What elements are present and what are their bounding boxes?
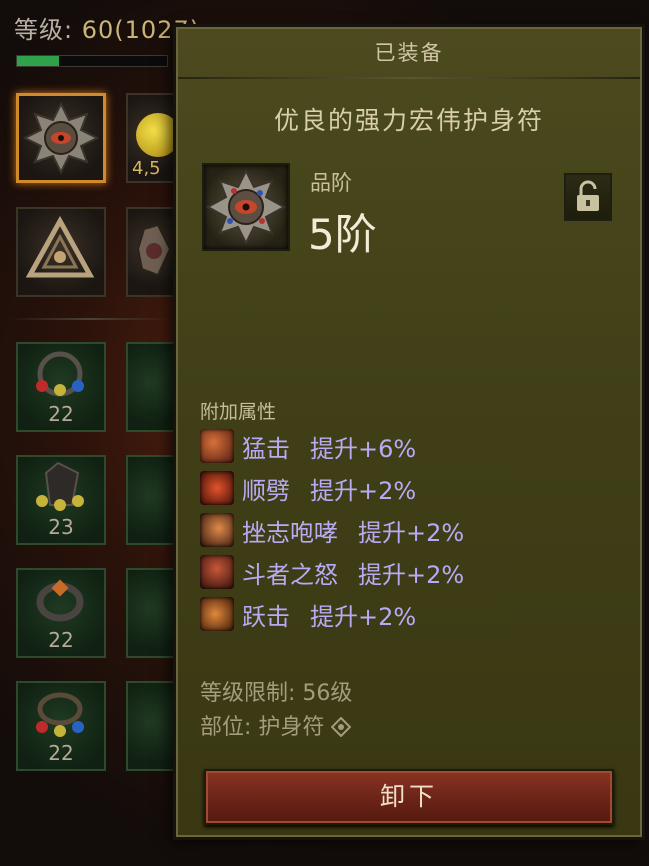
grade-label: 品阶 — [310, 171, 352, 195]
slot-type: 部位: 护身符 — [200, 709, 352, 741]
xp-bar — [16, 55, 168, 67]
attribute-row: 挫志咆哮 提升+2% — [200, 512, 464, 548]
attribute-row: 顺劈 提升+2% — [200, 470, 416, 506]
attribute-name: 猛击 — [242, 434, 290, 463]
demoralizing-shout-icon — [200, 513, 234, 547]
gold-slot[interactable]: 4,5 — [126, 93, 180, 183]
slot-level-3: 22 — [48, 628, 74, 652]
fighters-rage-icon — [200, 555, 234, 589]
bracer-gear-icon — [36, 461, 84, 511]
level-requirement: 等级限制: 56级 — [200, 681, 353, 706]
unequip-button[interactable]: 卸下 — [204, 769, 614, 825]
triangle-sigil-icon — [25, 215, 95, 278]
ring-gem-gear-icon — [36, 692, 84, 737]
gear-slot-4[interactable]: 22 — [16, 681, 106, 771]
leap-attack-icon — [200, 597, 234, 631]
gear-slot-3b[interactable] — [126, 568, 176, 658]
header-divider — [178, 77, 640, 79]
unlock-icon — [577, 180, 599, 211]
gold-amount: 4,5 — [132, 158, 161, 179]
slot-type-text: 部位: 护身符 — [200, 715, 325, 740]
section-divider — [10, 318, 170, 320]
spiked-item-slot[interactable] — [126, 207, 176, 297]
gold-coin-icon — [136, 113, 180, 157]
attribute-value: 提升+2% — [358, 560, 465, 589]
player-level: 等级: 60(1027) — [14, 10, 200, 45]
level-label: 等级: — [14, 16, 82, 44]
attribute-name: 顺劈 — [242, 476, 290, 505]
gear-slot-1[interactable]: 22 — [16, 342, 106, 432]
amulet-gear-icon — [36, 351, 84, 397]
ring-gear-icon — [36, 579, 84, 622]
amulet-icon — [205, 168, 287, 246]
attribute-value: 提升+2% — [358, 518, 465, 547]
lock-toggle-button[interactable] — [564, 173, 612, 221]
slam-skill-icon — [200, 429, 234, 463]
gear-slot-2[interactable]: 23 — [16, 455, 106, 545]
attribute-value: 提升+2% — [310, 602, 417, 631]
spiked-ornament-icon — [136, 223, 172, 277]
attribute-name: 挫志咆哮 — [242, 518, 338, 547]
xp-bar-fill — [17, 56, 59, 66]
gear-slot-2b[interactable] — [126, 455, 176, 545]
sigil-slot[interactable] — [16, 207, 106, 297]
slot-level-4: 22 — [48, 741, 74, 765]
slot-level-1: 22 — [48, 402, 74, 426]
cleave-skill-icon — [200, 471, 234, 505]
equipped-status: 已装备 — [374, 41, 444, 65]
gear-slot-1b[interactable] — [126, 342, 176, 432]
gear-slot-3[interactable]: 22 — [16, 568, 106, 658]
grade-value: 5阶 — [308, 210, 377, 259]
attributes-title: 附加属性 — [200, 401, 277, 423]
item-name: 优良的强力宏伟护身符 — [273, 106, 544, 135]
attribute-row: 斗者之怒 提升+2% — [200, 554, 464, 590]
slot-level-2: 23 — [48, 515, 74, 539]
attribute-value: 提升+6% — [310, 434, 417, 463]
attribute-row: 猛击 提升+6% — [200, 428, 416, 464]
amulet-slot-selected[interactable] — [16, 93, 106, 183]
item-icon-frame — [202, 163, 290, 251]
gear-slot-4b[interactable] — [126, 681, 176, 771]
attribute-row: 跃击 提升+2% — [200, 596, 416, 632]
amulet-icon — [22, 101, 100, 175]
attribute-name: 跃击 — [242, 602, 290, 631]
item-tooltip-panel: 已装备 优良的强力宏伟护身符 品阶 5阶 附加属性 猛击 提升+6% 顺劈 提升… — [176, 27, 642, 837]
attribute-value: 提升+2% — [310, 476, 417, 505]
amulet-slot-icon — [330, 716, 352, 738]
level-value: 60 — [81, 16, 115, 44]
attribute-name: 斗者之怒 — [242, 560, 338, 589]
